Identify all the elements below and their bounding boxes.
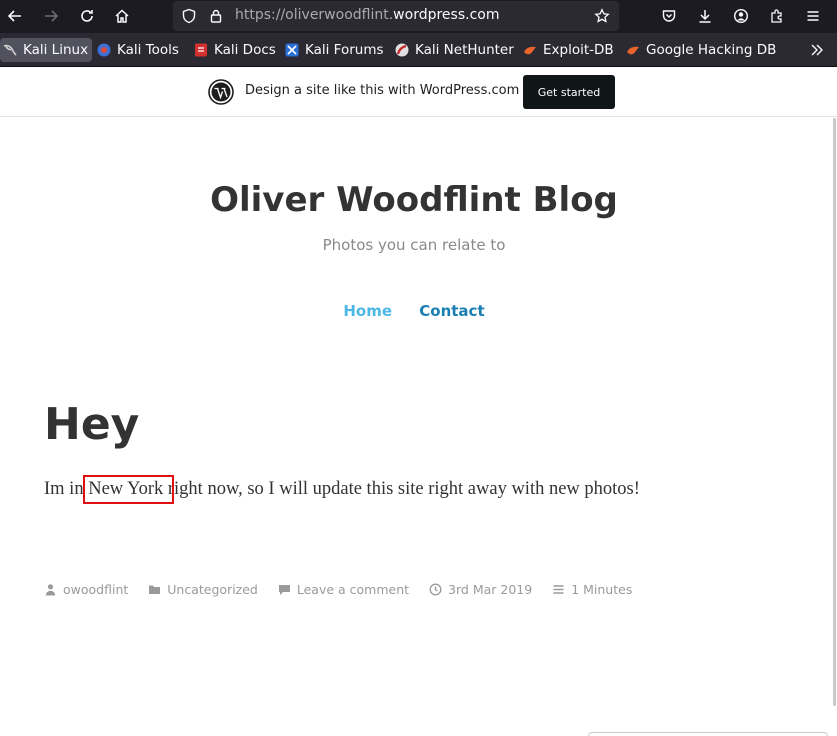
bookmarks-overflow-button[interactable] — [804, 37, 830, 63]
bookmark-label: Exploit-DB — [543, 42, 614, 58]
post-category[interactable]: Uncategorized — [148, 582, 258, 597]
kali-tools-icon — [96, 42, 112, 58]
extensions-button[interactable] — [764, 3, 790, 29]
lock-icon[interactable] — [208, 8, 224, 24]
person-icon — [45, 584, 56, 596]
text-lines-icon — [553, 585, 564, 594]
exploit-db-icon — [522, 42, 538, 58]
download-icon — [699, 10, 711, 23]
bookmark-label: Kali Forums — [305, 42, 384, 58]
bookmark-label: Google Hacking DB — [646, 42, 777, 58]
kali-nethunter-icon — [394, 42, 410, 58]
site-title[interactable]: Oliver Woodflint Blog — [0, 180, 828, 220]
post-meta: owoodflint Uncategorized Leave a comment… — [44, 582, 652, 597]
wordpress-logo-icon[interactable] — [208, 79, 234, 105]
forward-button[interactable] — [38, 3, 64, 29]
post-comments[interactable]: Leave a comment — [278, 582, 409, 597]
bookmark-kali-linux[interactable]: Kali Linux — [0, 38, 93, 62]
menu-button[interactable] — [800, 3, 826, 29]
post-title[interactable]: Hey — [44, 399, 139, 450]
follow-widget-edge[interactable] — [588, 732, 828, 736]
bookmark-label: Kali NetHunter — [415, 42, 514, 58]
pocket-button[interactable] — [656, 3, 682, 29]
page-scrollbar[interactable] — [833, 118, 836, 706]
post-reading-time: 1 Minutes — [552, 582, 632, 597]
bookmark-kali-nethunter[interactable]: Kali NetHunter — [392, 38, 518, 62]
post-text-after: right now, so I will update this site ri… — [163, 479, 640, 499]
arrow-right-icon — [45, 10, 59, 22]
bookmark-label: Kali Linux — [23, 42, 89, 58]
home-icon — [115, 9, 129, 23]
main-navigation: Home Contact — [0, 302, 828, 320]
site-description: Photos you can relate to — [322, 236, 506, 254]
wordpress-banner-text: Design a site like this with WordPress.c… — [245, 83, 520, 98]
browser-toolbar: https://oliverwoodflint.wordpress.com — [0, 0, 837, 33]
downloads-button[interactable] — [692, 3, 718, 29]
account-button[interactable] — [728, 3, 754, 29]
kali-dragon-icon — [2, 42, 18, 58]
wordpress-banner: Design a site like this with WordPress.c… — [0, 67, 837, 117]
back-button[interactable] — [2, 3, 28, 29]
arrow-left-icon — [7, 10, 21, 22]
double-chevron-right-icon — [811, 44, 823, 56]
pocket-icon — [662, 10, 676, 22]
post-text-before: Im in — [44, 479, 89, 499]
bookmark-kali-docs[interactable]: Kali Docs — [191, 38, 280, 62]
url-bar[interactable]: https://oliverwoodflint.wordpress.com — [173, 1, 619, 31]
clock-icon — [429, 583, 442, 596]
get-started-button[interactable]: Get started — [523, 75, 615, 109]
home-button[interactable] — [109, 3, 135, 29]
post-date-text: 3rd Mar 2019 — [448, 582, 533, 597]
bookmarks-toolbar: Kali Linux Kali Tools Kali Docs Kali For… — [0, 33, 837, 67]
puzzle-piece-icon — [771, 9, 782, 23]
post-date[interactable]: 3rd Mar 2019 — [429, 582, 532, 597]
bookmark-star-icon[interactable] — [594, 8, 610, 24]
url-prefix: https://oliverwoodflint. — [235, 7, 394, 23]
bookmark-kali-tools[interactable]: Kali Tools — [94, 38, 183, 62]
bookmark-label: Kali Tools — [117, 42, 179, 58]
comment-bubble-icon — [278, 585, 290, 595]
post-author[interactable]: owoodflint — [44, 582, 128, 597]
nav-contact-link[interactable]: Contact — [419, 302, 484, 320]
red-highlight-box — [83, 475, 174, 504]
kali-forums-icon — [284, 42, 300, 58]
post-comments-link: Leave a comment — [296, 582, 410, 597]
kali-docs-icon — [193, 42, 209, 58]
reload-button[interactable] — [74, 3, 100, 29]
account-icon — [733, 8, 749, 24]
bookmark-kali-forums[interactable]: Kali Forums — [282, 38, 388, 62]
url-text[interactable]: https://oliverwoodflint.wordpress.com — [235, 7, 499, 23]
folder-icon — [149, 585, 161, 594]
nav-home-link[interactable]: Home — [343, 302, 392, 320]
bookmark-label: Kali Docs — [214, 42, 276, 58]
bookmark-exploit-db[interactable]: Exploit-DB — [520, 38, 618, 62]
ghdb-icon — [625, 42, 641, 58]
tracking-shield-icon[interactable] — [181, 8, 197, 24]
hamburger-menu-icon — [807, 11, 819, 21]
post-category-name: Uncategorized — [167, 582, 258, 597]
post-author-name: owoodflint — [63, 582, 129, 597]
bookmark-google-hacking-db[interactable]: Google Hacking DB — [623, 38, 780, 62]
post-reading-time-text: 1 Minutes — [571, 582, 633, 597]
url-domain: wordpress.com — [393, 7, 500, 23]
reload-icon — [81, 10, 93, 22]
